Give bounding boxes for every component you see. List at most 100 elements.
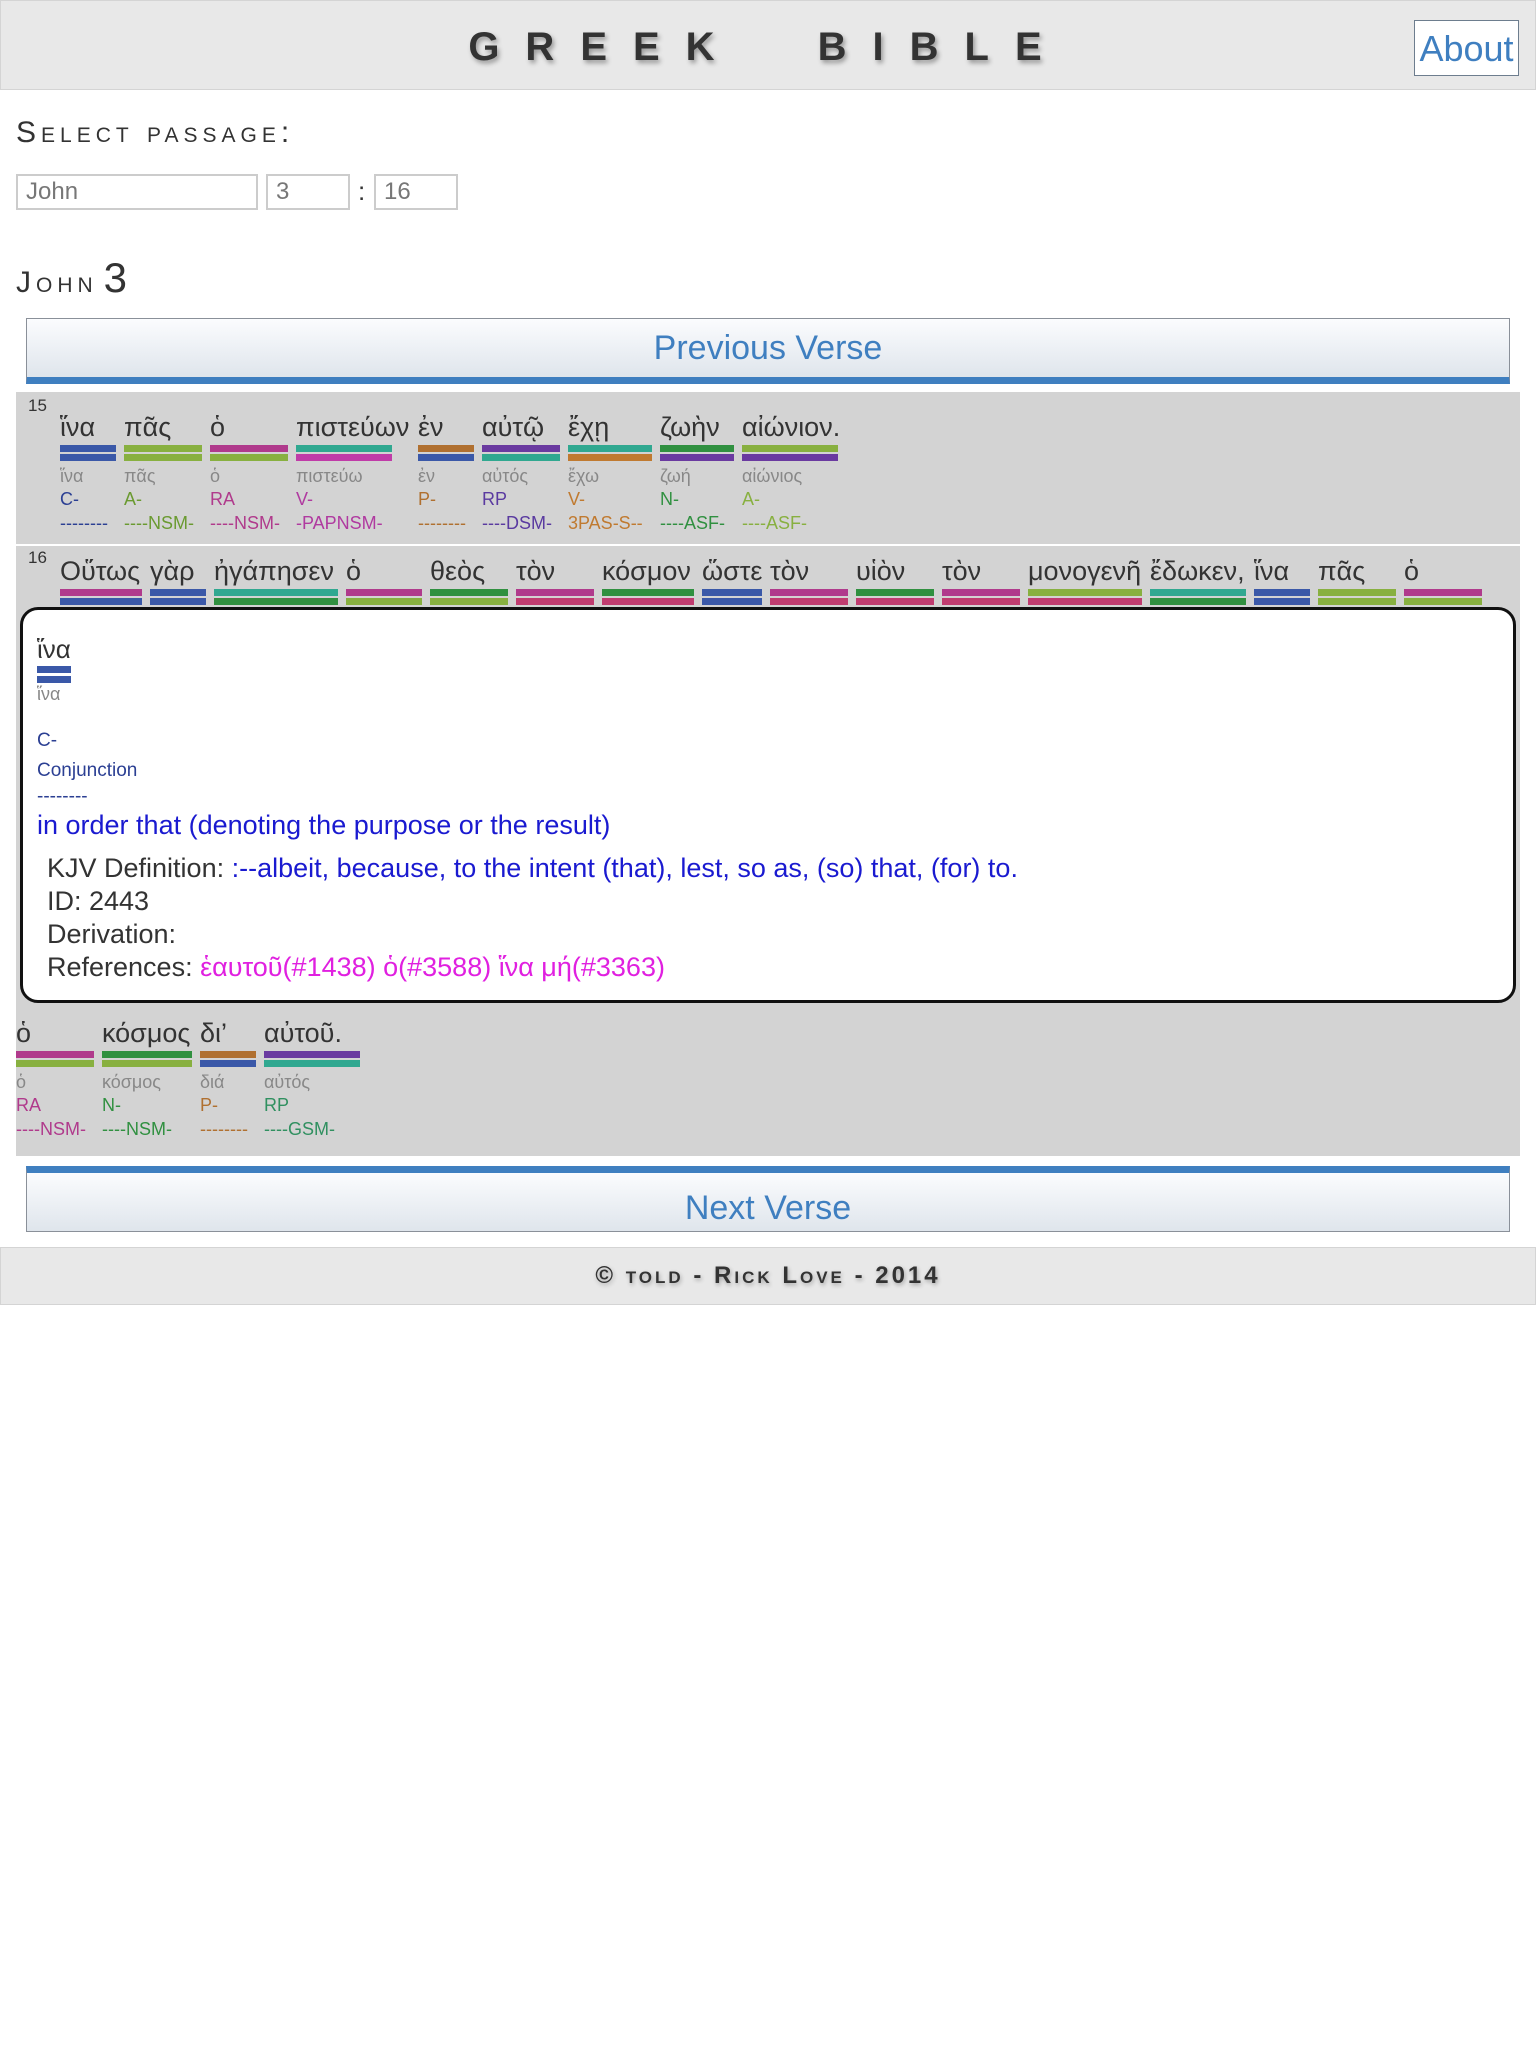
word-column[interactable]: πᾶς πᾶς A- ----NSM-: [124, 412, 202, 535]
word-color-bar: [150, 598, 206, 605]
greek-word[interactable]: θεὸς: [430, 556, 508, 586]
greek-word[interactable]: ἵνα: [60, 412, 116, 442]
greek-word[interactable]: ὁ: [210, 412, 288, 442]
word-pos: A-: [742, 489, 760, 509]
word-column[interactable]: τὸν: [942, 556, 1020, 607]
word-color-bars: [1254, 589, 1310, 605]
word-column[interactable]: ἔδωκεν,: [1150, 556, 1246, 607]
word-color-bar: [346, 589, 422, 596]
greek-word[interactable]: αὐτῷ: [482, 412, 560, 442]
greek-word[interactable]: ἠγάπησεν: [214, 556, 338, 586]
about-button[interactable]: About: [1414, 20, 1519, 76]
greek-word[interactable]: μονογενῆ: [1028, 556, 1142, 586]
previous-verse-button[interactable]: Previous Verse: [26, 318, 1510, 384]
word-column[interactable]: γὰρ: [150, 556, 206, 607]
greek-word[interactable]: τὸν: [770, 556, 848, 586]
word-parse: 3PAS-S--: [568, 513, 643, 533]
greek-word[interactable]: αἰώνιον.: [742, 412, 840, 442]
word-color-bars: [264, 1051, 360, 1067]
verse-input[interactable]: [374, 174, 458, 210]
word-color-bars: [60, 589, 142, 605]
word-color-bars: [296, 445, 409, 461]
word-pos: V-: [568, 489, 586, 509]
word-column[interactable]: κόσμος κόσμος N- ----NSM-: [102, 1018, 192, 1141]
word-column[interactable]: αἰώνιον. αἰώνιος A- ----ASF-: [742, 412, 840, 535]
word-parse: ----ASF-: [660, 513, 725, 533]
greek-word[interactable]: Οὕτως: [60, 556, 142, 586]
chapter-input[interactable]: [266, 174, 350, 210]
greek-word[interactable]: ὁ: [1404, 556, 1482, 586]
greek-word[interactable]: ὁ: [16, 1018, 94, 1048]
greek-word[interactable]: πᾶς: [1318, 556, 1396, 586]
word-color-bar: [124, 454, 202, 461]
word-column[interactable]: πᾶς: [1318, 556, 1396, 607]
word-pos: P-: [418, 489, 436, 509]
next-verse-button[interactable]: Next Verse: [26, 1166, 1510, 1232]
greek-word[interactable]: πιστεύων: [296, 412, 409, 442]
greek-word[interactable]: αὐτοῦ.: [264, 1018, 360, 1048]
word-detail-popup[interactable]: ἵνα ἵνα C- Conjunction -------- in order…: [20, 607, 1516, 1003]
word-lemma: ἔχω: [568, 466, 600, 486]
word-column[interactable]: θεὸς: [430, 556, 508, 607]
greek-word[interactable]: ἵνα: [1254, 556, 1310, 586]
word-column[interactable]: τὸν: [770, 556, 848, 607]
greek-word[interactable]: ὥστε: [702, 556, 762, 586]
word-column[interactable]: πιστεύων πιστεύω V- -PAPNSM-: [296, 412, 409, 535]
greek-word[interactable]: υἱὸν: [856, 556, 934, 586]
footer: © told - Rick Love - 2014: [0, 1247, 1536, 1305]
word-color-bar: [856, 598, 934, 605]
word-pos: C-: [60, 489, 79, 509]
word-color-bar: [660, 445, 734, 452]
greek-word[interactable]: ζωὴν: [660, 412, 734, 442]
word-color-bar: [1150, 589, 1246, 596]
greek-word[interactable]: ὁ: [346, 556, 422, 586]
greek-word[interactable]: κόσμον: [602, 556, 694, 586]
greek-word[interactable]: γὰρ: [150, 556, 206, 586]
word-color-bar: [1318, 598, 1396, 605]
popup-references: References: ἑαυτοῦ(#1438) ὁ(#3588) ἵνα μ…: [47, 952, 665, 983]
greek-word[interactable]: τὸν: [516, 556, 594, 586]
word-column[interactable]: αὐτῷ αὐτός RP ----DSM-: [482, 412, 560, 535]
word-column[interactable]: ἐν ἐν P- --------: [418, 412, 474, 535]
word-column[interactable]: τὸν: [516, 556, 594, 607]
word-pos: V-: [296, 489, 314, 509]
word-column[interactable]: ἠγάπησεν: [214, 556, 338, 607]
word-color-bars: [1318, 589, 1396, 605]
word-lemma: αὐτός: [264, 1072, 311, 1092]
references-value[interactable]: ἑαυτοῦ(#1438) ὁ(#3588) ἵνα μή(#3363): [200, 952, 665, 982]
word-column[interactable]: ὁ ὁ RA ----NSM-: [16, 1018, 94, 1141]
word-parse: ----NSM-: [16, 1119, 86, 1139]
chapter-book-name: John: [16, 266, 98, 299]
greek-word[interactable]: τὸν: [942, 556, 1020, 586]
greek-word[interactable]: ἐν: [418, 412, 474, 442]
word-column[interactable]: ὁ: [1404, 556, 1482, 607]
word-color-bars: [102, 1051, 192, 1067]
word-column[interactable]: ἵνα: [1254, 556, 1310, 607]
word-column[interactable]: δι’ διά P- --------: [200, 1018, 256, 1141]
word-column[interactable]: ὁ: [346, 556, 422, 607]
word-column[interactable]: ζωὴν ζωή N- ----ASF-: [660, 412, 734, 535]
book-input[interactable]: [16, 174, 258, 210]
word-lemma: ὁ: [210, 466, 221, 486]
word-column[interactable]: υἱὸν: [856, 556, 934, 607]
word-color-bars: [16, 1051, 94, 1067]
word-column[interactable]: Οὕτως: [60, 556, 142, 607]
word-color-bar: [1404, 598, 1482, 605]
word-color-bars: [568, 445, 652, 461]
greek-word[interactable]: δι’: [200, 1018, 256, 1048]
word-color-bar: [418, 445, 474, 452]
word-column[interactable]: ἵνα ἵνα C- --------: [60, 412, 116, 535]
word-column[interactable]: ὁ ὁ RA ----NSM-: [210, 412, 288, 535]
word-column[interactable]: ἔχῃ ἔχω V- 3PAS-S--: [568, 412, 652, 535]
word-lemma: πᾶς: [124, 466, 156, 486]
word-color-bar: [516, 598, 594, 605]
word-column[interactable]: ὥστε: [702, 556, 762, 607]
greek-word[interactable]: πᾶς: [124, 412, 202, 442]
greek-word[interactable]: ἔδωκεν,: [1150, 556, 1246, 586]
greek-word[interactable]: κόσμος: [102, 1018, 192, 1048]
word-column[interactable]: αὐτοῦ. αὐτός RP ----GSM-: [264, 1018, 360, 1141]
word-color-bar: [200, 1051, 256, 1058]
word-column[interactable]: μονογενῆ: [1028, 556, 1142, 607]
word-column[interactable]: κόσμον: [602, 556, 694, 607]
greek-word[interactable]: ἔχῃ: [568, 412, 652, 442]
